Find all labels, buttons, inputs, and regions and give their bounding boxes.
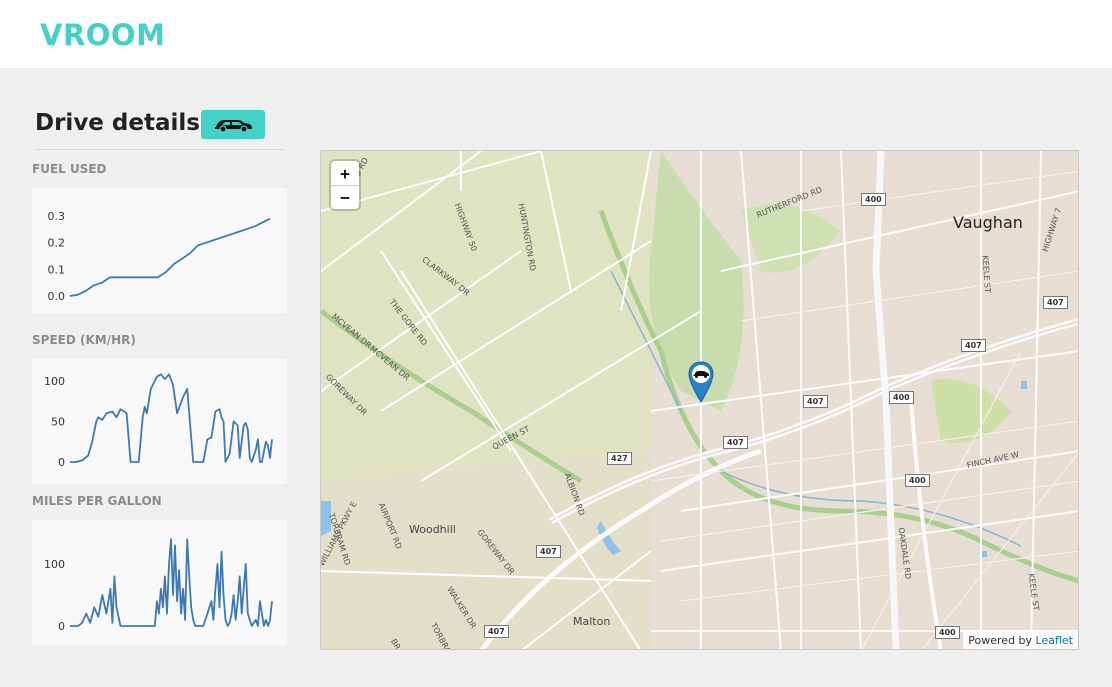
y-tick-label: 0.2 bbox=[48, 237, 66, 250]
zoom-in-button[interactable]: + bbox=[331, 161, 359, 185]
page-title: Drive details bbox=[35, 110, 200, 136]
highway-shield: 400 bbox=[905, 474, 930, 487]
highway-shield: 407 bbox=[484, 625, 509, 638]
town-label-woodhill: Woodhill bbox=[409, 523, 456, 536]
city-label-vaughan: Vaughan bbox=[953, 213, 1023, 232]
title-divider bbox=[35, 149, 284, 150]
series-line bbox=[69, 217, 271, 297]
mpg-label: MILES PER GALLON bbox=[32, 494, 162, 508]
attribution-text: Powered by bbox=[968, 634, 1033, 647]
mpg-plot: 0 100 bbox=[44, 538, 273, 633]
speed-plot: 0 50 100 bbox=[44, 373, 273, 469]
y-tick-label: 0.0 bbox=[48, 290, 66, 303]
y-tick-label: 100 bbox=[44, 375, 65, 388]
highway-shield: 407 bbox=[1043, 296, 1068, 309]
town-label-malton: Malton bbox=[573, 615, 611, 628]
fuel-used-chart: 0.0 0.1 0.2 0.3 bbox=[32, 188, 287, 313]
y-tick-label: 0 bbox=[58, 456, 65, 469]
highway-shield: 407 bbox=[803, 395, 828, 408]
y-tick-label: 100 bbox=[44, 558, 65, 571]
y-tick-label: 0 bbox=[58, 620, 65, 633]
highway-shield: 400 bbox=[889, 391, 914, 404]
fuel-used-plot: 0.0 0.1 0.2 0.3 bbox=[48, 210, 271, 303]
zoom-control: + − bbox=[331, 161, 359, 209]
mpg-chart: 0 100 bbox=[32, 520, 287, 645]
highway-shield: 427 bbox=[607, 452, 632, 465]
speed-label: SPEED (KM/HR) bbox=[32, 333, 136, 347]
y-tick-label: 0.1 bbox=[48, 263, 66, 276]
car-icon bbox=[215, 119, 252, 133]
brand-logo[interactable]: VROOM bbox=[40, 18, 165, 52]
speed-chart: 0 50 100 bbox=[32, 359, 287, 484]
zoom-out-button[interactable]: − bbox=[331, 185, 359, 209]
y-tick-label: 0.3 bbox=[48, 210, 66, 223]
vehicle-button[interactable] bbox=[201, 110, 265, 139]
highway-shield: 400 bbox=[861, 193, 886, 206]
highway-shield: 407 bbox=[723, 436, 748, 449]
map-marker-icon bbox=[688, 361, 714, 403]
highway-shield: 407 bbox=[536, 545, 561, 558]
map-attribution: Powered by Leaflet bbox=[963, 632, 1078, 649]
series-line bbox=[70, 373, 273, 463]
highway-shield: 400 bbox=[935, 626, 960, 639]
series-line bbox=[70, 538, 273, 627]
fuel-used-label: FUEL USED bbox=[32, 162, 107, 176]
route-map[interactable]: MAYFIELD RD HIGHWAY 50 HUNTINGTON RD CLA… bbox=[320, 150, 1079, 650]
vehicle-map-marker[interactable] bbox=[688, 361, 714, 403]
highway-shield: 407 bbox=[961, 339, 986, 352]
leaflet-link[interactable]: Leaflet bbox=[1036, 634, 1073, 647]
y-tick-label: 50 bbox=[51, 415, 65, 428]
top-bar: VROOM bbox=[0, 0, 1112, 68]
